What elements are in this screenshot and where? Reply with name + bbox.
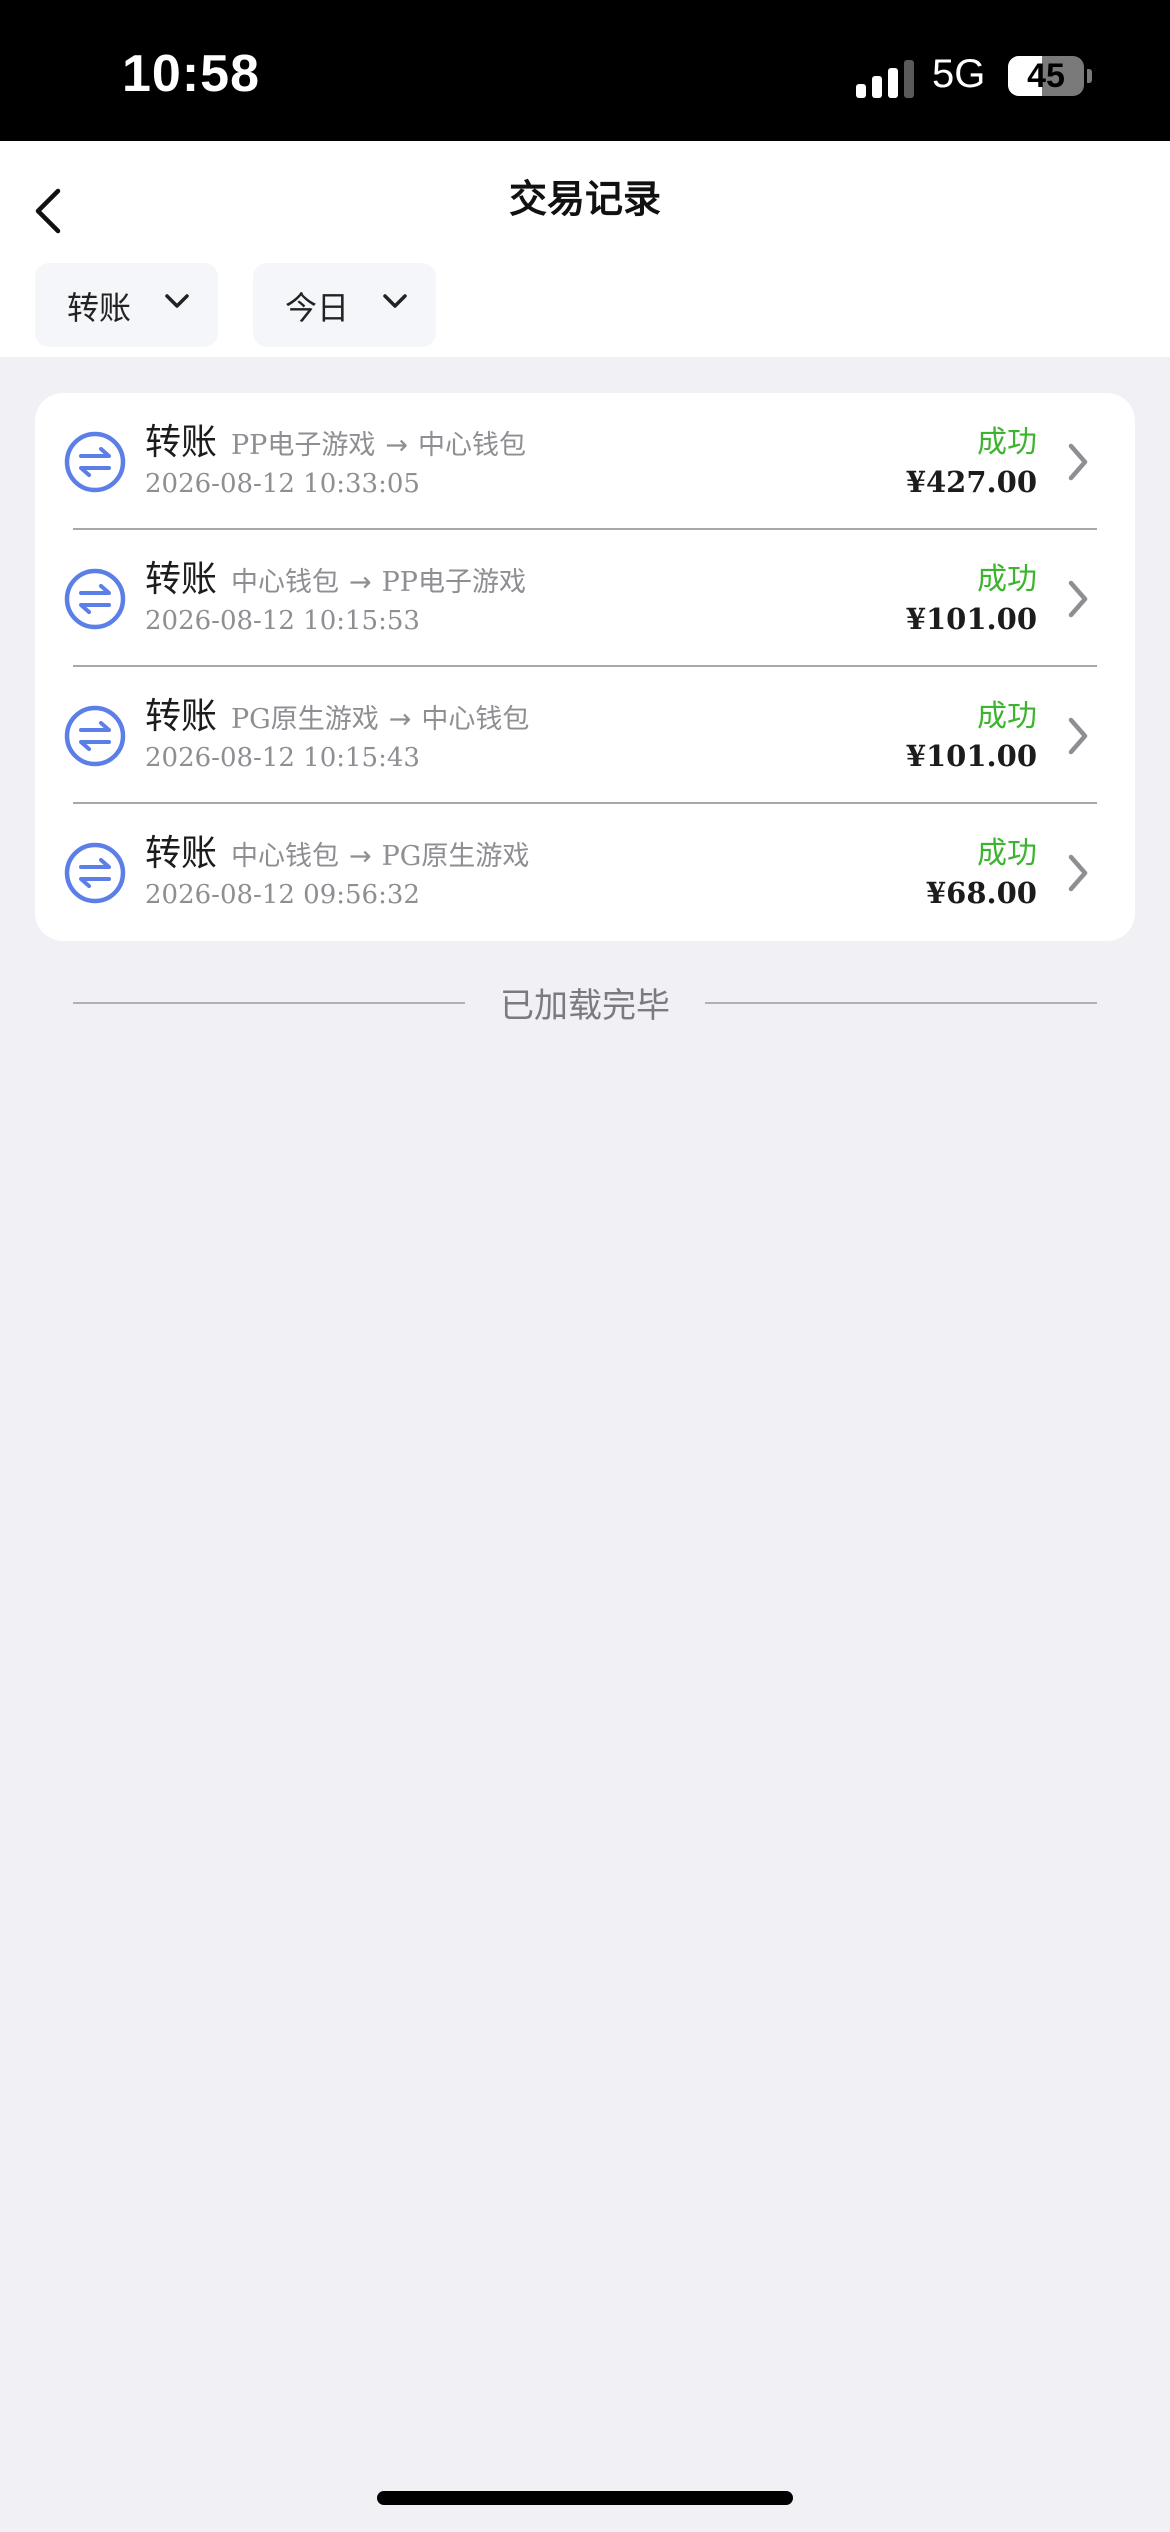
transaction-status: 成功 [977, 836, 1037, 871]
chevron-right-icon [1068, 717, 1088, 755]
transaction-type: 转账 [145, 833, 218, 874]
transaction-row[interactable]: 转账 中心钱包 → PP电子游戏 2026-08-12 10:15:53 成功 ¥1… [35, 530, 1135, 667]
route-from: 中心钱包 [231, 841, 339, 872]
filter-date-label: 今日 [285, 289, 350, 327]
transaction-amount: ¥427.00 [905, 465, 1037, 499]
transaction-status: 成功 [977, 425, 1037, 460]
status-bar: 10:58 5G 45 [0, 0, 1170, 141]
transaction-route: PP电子游戏 → 中心钱包 [231, 423, 526, 462]
chevron-right-icon [1068, 854, 1088, 892]
chevron-right-icon [1068, 580, 1088, 618]
transfer-icon [64, 431, 126, 493]
battery-level: 45 [1027, 57, 1065, 95]
chevron-down-icon [383, 294, 407, 308]
filter-type-label: 转账 [67, 289, 132, 327]
route-to: 中心钱包 [421, 704, 530, 735]
route-from: PP电子游戏 [231, 430, 376, 461]
transaction-route: PG原生游戏 → 中心钱包 [231, 697, 529, 736]
battery-icon: 45 [1008, 56, 1084, 96]
transaction-time: 2026-08-12 10:33:05 [145, 469, 420, 499]
route-arrow: → [349, 841, 372, 872]
transaction-amount: ¥101.00 [905, 739, 1037, 773]
page-title: 交易记录 [508, 177, 661, 221]
transaction-status: 成功 [977, 562, 1037, 597]
transaction-time: 2026-08-12 10:15:43 [145, 743, 420, 773]
battery-tip [1087, 69, 1092, 83]
status-time: 10:58 [122, 45, 260, 103]
transaction-route: 中心钱包 → PP电子游戏 [231, 560, 526, 599]
transaction-time: 2026-08-12 10:15:53 [145, 606, 420, 636]
transaction-list: 转账 PP电子游戏 → 中心钱包 2026-08-12 10:33:05 成功 ¥4… [35, 393, 1135, 941]
chevron-right-icon [1068, 443, 1088, 481]
route-from: 中心钱包 [231, 567, 339, 598]
transaction-row[interactable]: 转账 PP电子游戏 → 中心钱包 2026-08-12 10:33:05 成功 ¥4… [35, 393, 1135, 530]
transaction-row[interactable]: 转账 PG原生游戏 → 中心钱包 2026-08-12 10:15:43 成功 ¥1… [35, 667, 1135, 804]
transaction-amount: ¥68.00 [926, 876, 1037, 910]
network-label: 5G [932, 52, 986, 96]
transfer-icon [64, 568, 126, 630]
transaction-type: 转账 [145, 422, 218, 463]
transaction-route: 中心钱包 → PG原生游戏 [231, 834, 529, 873]
transfer-icon [64, 842, 126, 904]
signal-icon [856, 58, 914, 98]
chevron-down-icon [165, 294, 189, 308]
route-to: PP电子游戏 [381, 567, 526, 598]
transaction-type: 转账 [145, 696, 218, 737]
route-arrow: → [388, 704, 412, 735]
transaction-type: 转账 [145, 559, 218, 600]
route-to: PG原生游戏 [381, 841, 530, 872]
route-to: 中心钱包 [417, 430, 526, 461]
filter-type-dropdown[interactable]: 转账 [35, 263, 218, 347]
transaction-row[interactable]: 转账 中心钱包 → PG原生游戏 2026-08-12 09:56:32 成功 ¥6… [35, 804, 1135, 941]
route-arrow: → [385, 430, 408, 461]
transaction-amount: ¥101.00 [905, 602, 1037, 636]
end-divider-right [705, 1002, 1097, 1004]
transfer-icon [64, 705, 126, 767]
route-arrow: → [349, 567, 372, 598]
transaction-time: 2026-08-12 09:56:32 [145, 880, 420, 910]
transaction-status: 成功 [977, 699, 1037, 734]
route-from: PG原生游戏 [231, 704, 379, 735]
filter-date-dropdown[interactable]: 今日 [253, 263, 436, 347]
home-indicator[interactable] [377, 2491, 793, 2505]
